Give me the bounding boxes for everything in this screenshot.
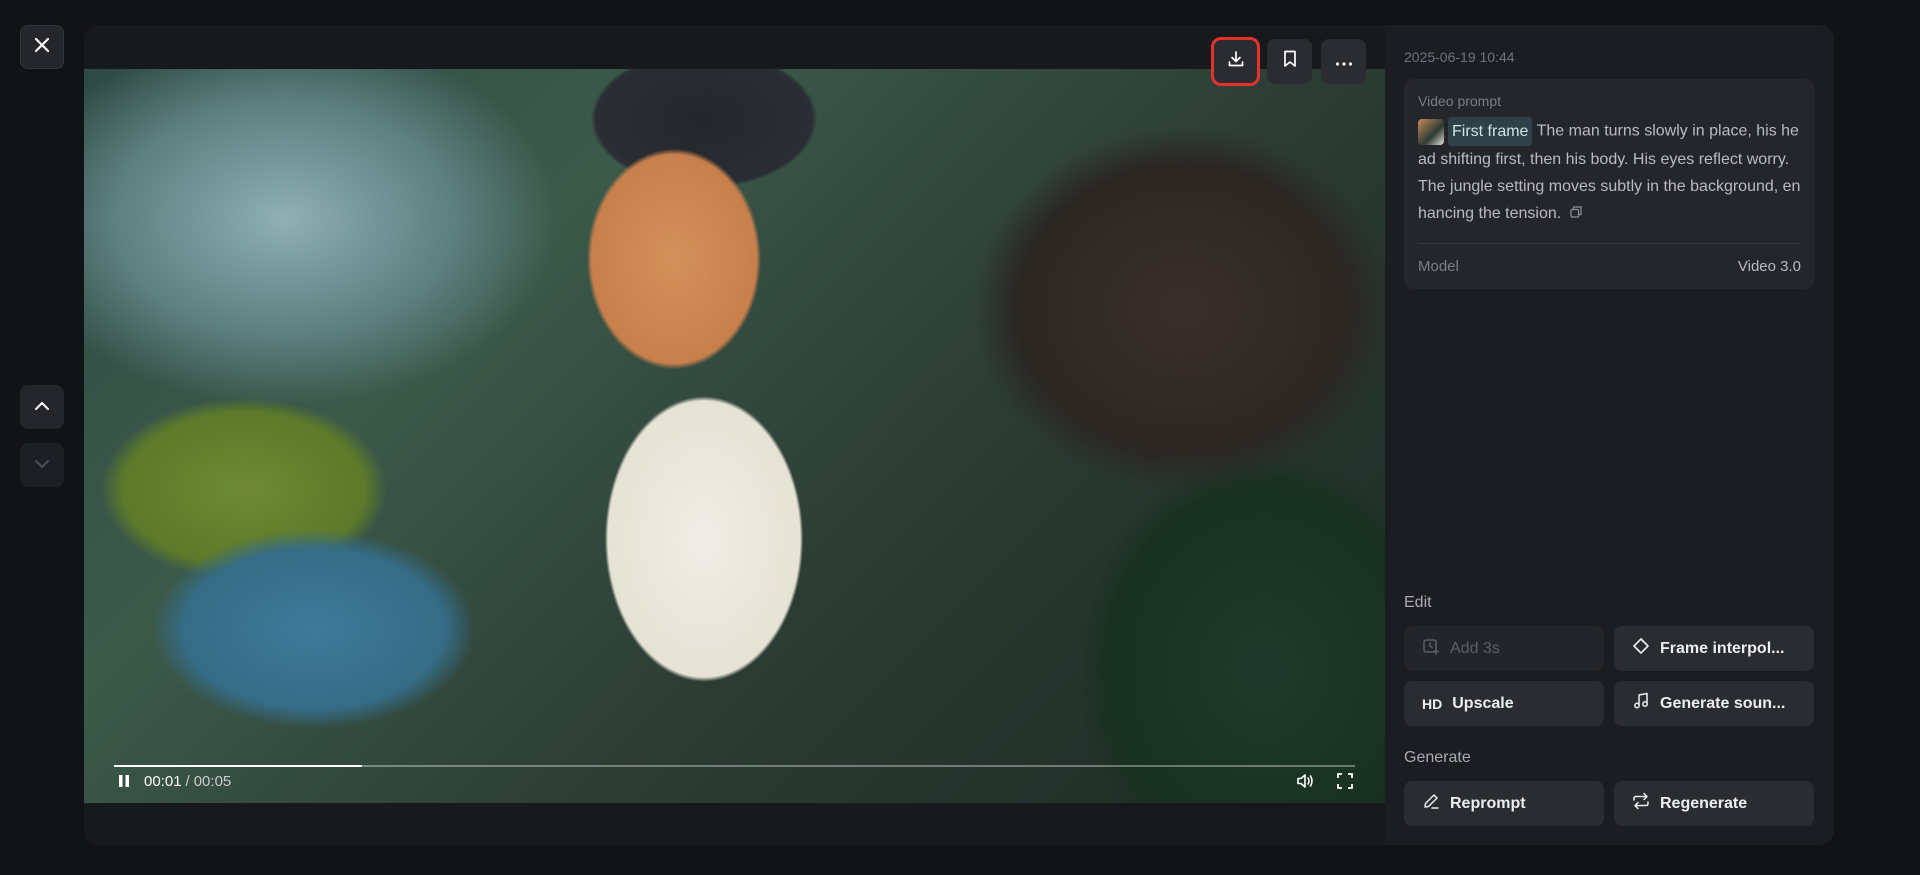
frame-interpolation-label: Frame interpol... (1660, 639, 1785, 657)
details-sidebar: 2025-06-19 10:44 Video prompt First fram… (1385, 25, 1834, 845)
chevron-down-icon (34, 456, 50, 474)
media-actions (1211, 37, 1366, 86)
next-button[interactable] (20, 443, 64, 487)
pause-icon[interactable] (114, 771, 134, 791)
close-icon (34, 37, 50, 58)
download-button[interactable] (1211, 37, 1260, 86)
time-current: 00:01 (144, 772, 182, 790)
model-label: Model (1418, 258, 1459, 276)
volume-icon[interactable] (1295, 771, 1315, 791)
model-value: Video 3.0 (1737, 258, 1801, 276)
first-frame-chip[interactable]: First frame (1418, 117, 1533, 146)
more-icon (1335, 53, 1353, 71)
add-3s-button[interactable]: Add 3s (1404, 626, 1604, 671)
prompt-card: Video prompt First frame The man turns s… (1404, 79, 1815, 290)
music-note-icon (1632, 692, 1650, 715)
progress-bar[interactable] (114, 765, 1355, 767)
viewer-panel: 00:01 / 00:05 2025-06-19 10:44 Video pro… (84, 25, 1834, 845)
bookmark-icon (1283, 50, 1297, 73)
video-player[interactable]: 00:01 / 00:05 (84, 69, 1385, 803)
chevron-up-icon (34, 398, 50, 416)
download-icon (1227, 50, 1245, 73)
add-time-icon (1422, 637, 1440, 660)
edit-section-label: Edit (1404, 594, 1432, 611)
previous-button[interactable] (20, 385, 64, 429)
upscale-label: Upscale (1452, 694, 1514, 712)
regenerate-button[interactable]: Regenerate (1614, 781, 1814, 826)
generate-section-label: Generate (1404, 749, 1471, 766)
close-button[interactable] (20, 25, 64, 69)
edit-actions: Add 3s Frame interpol... HD Upscale Gene… (1404, 626, 1814, 726)
bookmark-button[interactable] (1267, 39, 1312, 84)
regenerate-label: Regenerate (1660, 794, 1748, 812)
reprompt-label: Reprompt (1450, 794, 1526, 812)
repeat-icon (1632, 792, 1650, 815)
prompt-body: First frame The man turns slowly in plac… (1418, 117, 1801, 227)
fullscreen-icon[interactable] (1335, 771, 1355, 791)
generate-sound-label: Generate soun... (1660, 694, 1786, 712)
diamond-icon (1632, 637, 1650, 660)
time-total: 00:05 (193, 772, 232, 790)
timestamp: 2025-06-19 10:44 (1404, 49, 1515, 65)
upscale-button[interactable]: HD Upscale (1404, 681, 1604, 726)
hd-icon: HD (1422, 695, 1443, 712)
divider (1418, 243, 1801, 245)
model-row: Model Video 3.0 (1418, 258, 1801, 275)
prompt-title: Video prompt (1418, 93, 1502, 109)
copy-icon[interactable] (1570, 200, 1582, 227)
video-controls: 00:01 / 00:05 (114, 771, 1355, 791)
more-options-button[interactable] (1321, 39, 1366, 84)
add-3s-label: Add 3s (1450, 639, 1500, 657)
pencil-icon (1422, 792, 1440, 815)
frame-interpolation-button[interactable]: Frame interpol... (1614, 626, 1814, 671)
first-frame-thumbnail (1418, 118, 1444, 145)
time-separator: / (185, 772, 190, 790)
progress-fill (114, 765, 363, 767)
first-frame-label: First frame (1448, 117, 1533, 146)
generate-sound-button[interactable]: Generate soun... (1614, 681, 1814, 726)
generate-actions: Reprompt Regenerate (1404, 781, 1814, 826)
reprompt-button[interactable]: Reprompt (1404, 781, 1604, 826)
